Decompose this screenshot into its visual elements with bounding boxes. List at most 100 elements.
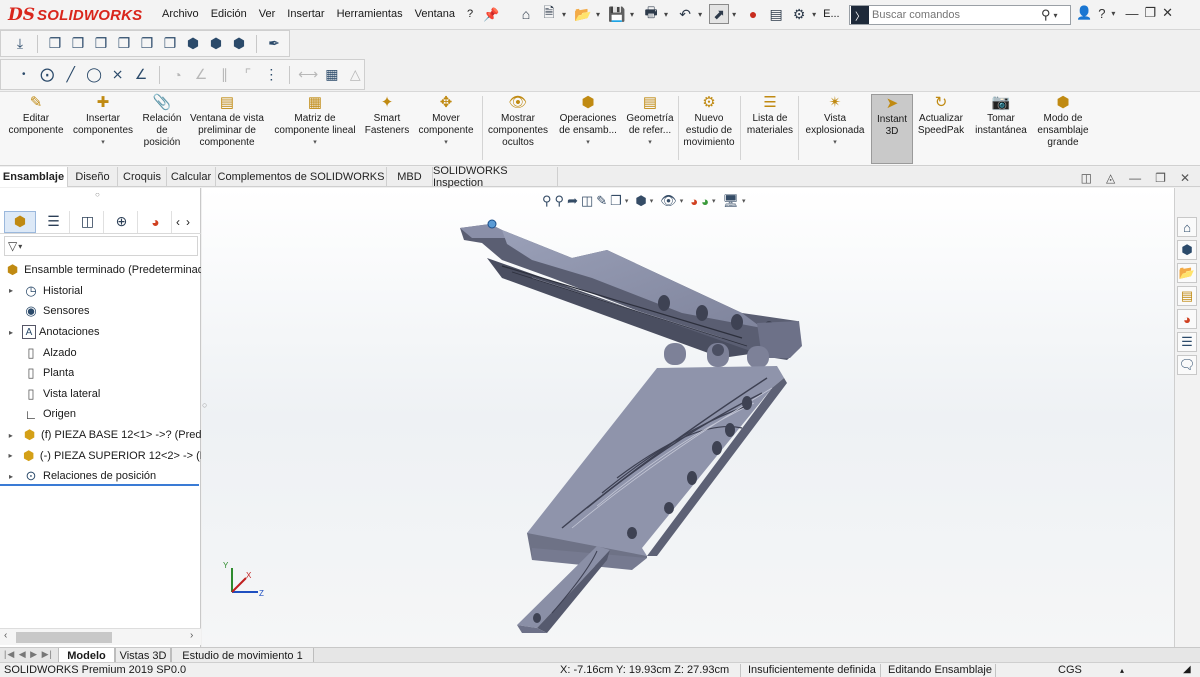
command-button-0[interactable]: ✎ Editar componente: [6, 94, 66, 164]
close-icon[interactable]: ✕: [1162, 5, 1173, 21]
expand-arrow-icon[interactable]: ▸: [6, 472, 16, 481]
scroll-thumb[interactable]: [16, 632, 112, 643]
new-dropdown-icon[interactable]: ▾: [562, 10, 566, 19]
undo-icon[interactable]: ↶: [675, 4, 695, 24]
open-folder-icon[interactable]: 📂: [573, 4, 593, 24]
appearances-icon[interactable]: ◕: [1177, 309, 1197, 329]
scroll-right-arrow-icon[interactable]: ›: [190, 630, 193, 641]
rebuild-icon[interactable]: ●: [743, 4, 763, 24]
custom-properties-icon[interactable]: ☰: [1177, 332, 1197, 352]
assembly-model[interactable]: [202, 188, 1174, 647]
help-dropdown-icon[interactable]: ▾: [1111, 9, 1115, 18]
tree-item[interactable]: ▯ Vista lateral: [0, 384, 201, 405]
restore-icon[interactable]: ❐: [1144, 5, 1156, 21]
search-icon[interactable]: ⚲: [1041, 7, 1051, 23]
command-button-8[interactable]: ⬢ Operaciones de ensamb... ▾: [555, 94, 621, 164]
tab-1[interactable]: Diseño: [68, 167, 118, 187]
expand-arrow-icon[interactable]: ▸: [6, 328, 16, 337]
command-button-11[interactable]: ☰ Lista de materiales: [742, 94, 798, 164]
tree-item[interactable]: ▸ A Anotaciones: [0, 322, 201, 343]
tab-scroll-left-icon[interactable]: ‹: [176, 215, 180, 229]
bottom-tab-0[interactable]: Modelo: [58, 648, 115, 663]
pin-menu-icon[interactable]: 📌: [483, 7, 499, 23]
forum-icon[interactable]: 🗨: [1177, 355, 1197, 375]
front-view-icon[interactable]: ❐: [46, 35, 64, 53]
print-dropdown-icon[interactable]: ▾: [664, 10, 668, 19]
search-commands-box[interactable]: 〉 ⚲ ▾: [849, 5, 1071, 25]
dimxpert-tab-icon[interactable]: ⊕: [106, 210, 138, 233]
help-icon[interactable]: ?: [1098, 6, 1105, 21]
command-button-2[interactable]: 📎 Relación de posición: [138, 94, 186, 164]
tab-navigation-arrows-icon[interactable]: |◀ ◀ ▶ ▶|: [4, 649, 53, 660]
unit-system[interactable]: CGS: [1058, 664, 1082, 676]
circle-icon[interactable]: ◯: [85, 66, 102, 84]
view-selector-icon[interactable]: ✒: [265, 35, 283, 53]
panel-grip-icon[interactable]: ○: [95, 190, 100, 199]
solidworks-logo[interactable]: DS SOLIDWORKS: [8, 5, 142, 25]
select-dropdown-icon[interactable]: ▾: [732, 10, 736, 19]
user-icon[interactable]: 👤: [1076, 5, 1092, 21]
command-button-6[interactable]: ✥ Mover componente ▾: [413, 94, 479, 164]
tab-4[interactable]: Complementos de SOLIDWORKS: [216, 167, 387, 187]
design-library-icon[interactable]: ⬢: [1177, 240, 1197, 260]
tab-3[interactable]: Calcular: [167, 167, 216, 187]
bottom-tab-1[interactable]: Vistas 3D: [115, 648, 171, 663]
tree-filter[interactable]: ▽ ▾: [4, 236, 198, 256]
bottom-tab-2[interactable]: Estudio de movimiento 1: [171, 648, 314, 663]
top-view-icon[interactable]: ❐: [138, 35, 156, 53]
menu-item-6[interactable]: ?: [461, 6, 479, 22]
tree-item[interactable]: ∟ Origen: [0, 404, 201, 425]
filter-dropdown-icon[interactable]: ▾: [18, 242, 22, 251]
tab-2[interactable]: Croquis: [118, 167, 167, 187]
isometric-view-icon[interactable]: ⬢: [184, 35, 202, 53]
tree-item[interactable]: ▸ ◷ Historial: [0, 281, 201, 302]
angle-icon[interactable]: ∠: [132, 66, 149, 84]
command-dropdown-icon[interactable]: ▾: [313, 137, 317, 149]
tab-scroll-right-icon[interactable]: ›: [186, 215, 190, 229]
expand-arrow-icon[interactable]: ▸: [6, 286, 16, 295]
hinge-knuckles[interactable]: [664, 343, 769, 368]
property-manager-tab-icon[interactable]: ☰: [38, 210, 70, 233]
command-button-12[interactable]: ✴ Vista explosionada ▾: [800, 94, 870, 164]
command-dropdown-icon[interactable]: ▾: [444, 137, 448, 149]
feature-manager-tab-icon[interactable]: ⬢: [4, 210, 36, 233]
file-explorer-icon[interactable]: 📂: [1177, 263, 1197, 283]
graphics-area[interactable]: ○ ⚲ ⚲ ➦ ◫ ✎ ❐ ▾ ⬢ ▾ 👁 ▾ ◕ ◕ ▾ 🖥 ▾ Y X Z: [202, 188, 1174, 647]
doc-minimize-icon[interactable]: —: [1129, 171, 1141, 185]
tree-item[interactable]: ▯ Planta: [0, 363, 201, 384]
expand-arrow-icon[interactable]: ▸: [6, 451, 15, 460]
tile-right-icon[interactable]: ◬: [1106, 171, 1115, 185]
line-icon[interactable]: ╱: [62, 66, 79, 84]
file-properties-icon[interactable]: ▤: [766, 4, 786, 24]
trim-icon[interactable]: ⨯: [109, 66, 126, 84]
view-palette-icon[interactable]: ▤: [1177, 286, 1197, 306]
command-button-13[interactable]: ➤ Instant 3D: [871, 94, 913, 164]
tab-5[interactable]: MBD: [387, 167, 433, 187]
command-button-14[interactable]: ↻ Actualizar SpeedPak: [914, 94, 968, 164]
tile-left-icon[interactable]: ◫: [1081, 171, 1092, 185]
save-icon[interactable]: 💾: [607, 4, 627, 24]
search-dropdown-icon[interactable]: ▾: [1054, 11, 1058, 20]
tree-item[interactable]: ◉ Sensores: [0, 301, 201, 322]
dotted-corner-icon[interactable]: ⋮: [263, 66, 280, 84]
normal-to-icon[interactable]: ⤓: [11, 35, 29, 53]
undo-dropdown-icon[interactable]: ▾: [698, 10, 702, 19]
back-view-icon[interactable]: ❐: [69, 35, 87, 53]
lower-part-body[interactable]: [517, 366, 787, 633]
select-pointer-icon[interactable]: ⬈: [709, 4, 730, 24]
command-button-1[interactable]: ✚ Insertar componentes ▾: [70, 94, 136, 164]
circle-center-icon[interactable]: ⨀: [38, 66, 55, 84]
panel-horizontal-scrollbar[interactable]: ‹ ›: [0, 628, 201, 645]
menu-item-3[interactable]: Insertar: [281, 6, 330, 22]
command-dropdown-icon[interactable]: ▾: [833, 137, 837, 149]
command-button-16[interactable]: ⬢ Modo de ensamblaje grande: [1030, 94, 1096, 164]
minimize-icon[interactable]: —: [1125, 6, 1138, 21]
save-dropdown-icon[interactable]: ▾: [630, 10, 634, 19]
search-input[interactable]: [872, 9, 1037, 21]
right-view-icon[interactable]: ❐: [115, 35, 133, 53]
display-manager-tab-icon[interactable]: ◕: [140, 210, 172, 233]
trimetric-view-icon[interactable]: ⬢: [207, 35, 225, 53]
command-button-7[interactable]: 👁 Mostrar componentes ocultos: [483, 94, 553, 164]
command-button-10[interactable]: ⚙ Nuevo estudio de movimiento: [680, 94, 738, 164]
grid-icon[interactable]: ▦: [323, 66, 340, 84]
